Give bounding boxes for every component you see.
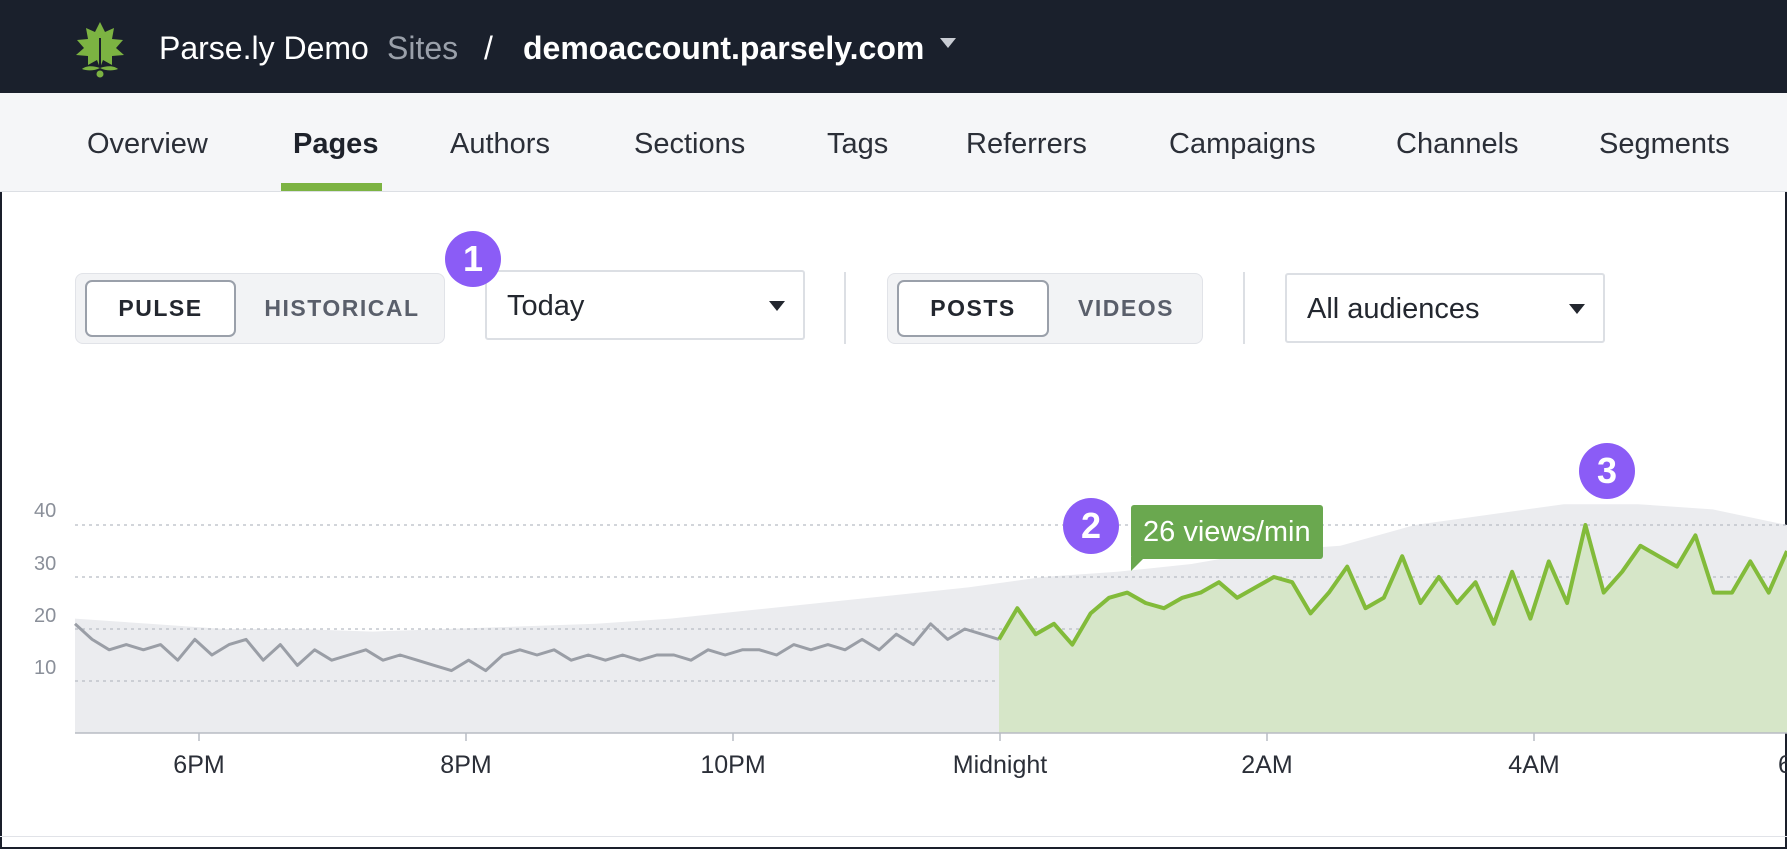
audience-select[interactable]: All audiences — [1285, 273, 1605, 343]
nav-tab-overview[interactable]: Overview — [87, 128, 208, 161]
content-type-toggle: POSTS VIDEOS — [887, 273, 1203, 344]
x-tick-label: 2AM — [1241, 751, 1293, 779]
tooltip-pointer — [1131, 557, 1145, 571]
callout-badge-3: 3 — [1579, 443, 1635, 499]
period-select-value: Today — [507, 290, 585, 322]
mode-toggle: PULSE HISTORICAL — [75, 273, 445, 344]
x-tick-label: Midnight — [952, 751, 1048, 779]
x-tick-label: 8PM — [440, 751, 492, 779]
x-tick-label: 6 — [1778, 751, 1787, 779]
y-tick-label: 30 — [34, 553, 57, 575]
callout-badge-2: 2 — [1063, 498, 1119, 554]
x-tick-label: 10PM — [700, 751, 766, 779]
toolbar-divider — [1243, 272, 1245, 344]
videos-button[interactable]: VIDEOS — [1060, 280, 1192, 337]
bottom-divider — [0, 836, 1787, 837]
pulse-button[interactable]: PULSE — [85, 280, 236, 337]
x-tick-label: 4AM — [1508, 751, 1560, 779]
pageviews-chart — [73, 504, 1787, 741]
main-nav: Overview Pages Authors Sections Tags Ref… — [0, 93, 1787, 192]
nav-tab-sections[interactable]: Sections — [634, 128, 745, 161]
y-tick-label: 10 — [34, 657, 57, 679]
caret-down-icon[interactable] — [940, 38, 956, 48]
nav-tab-campaigns[interactable]: Campaigns — [1169, 128, 1316, 161]
caret-down-icon — [1569, 304, 1585, 314]
x-tick-label: 6PM — [173, 751, 225, 779]
parsley-leaf-icon[interactable] — [72, 18, 128, 78]
org-name[interactable]: Parse.ly Demo — [159, 30, 369, 67]
y-tick-label: 40 — [34, 500, 57, 522]
historical-button[interactable]: HISTORICAL — [248, 280, 436, 337]
nav-tab-authors[interactable]: Authors — [450, 128, 550, 161]
period-select[interactable]: Today — [485, 270, 805, 340]
nav-tab-segments[interactable]: Segments — [1599, 128, 1730, 161]
views-per-minute-tooltip: 26 views/min — [1131, 505, 1323, 559]
posts-button[interactable]: POSTS — [897, 280, 1049, 337]
caret-down-icon — [769, 301, 785, 311]
nav-tab-pages[interactable]: Pages — [293, 128, 378, 161]
nav-tab-tags[interactable]: Tags — [827, 128, 888, 161]
breadcrumb-separator: / — [484, 30, 493, 66]
top-bar: Parse.ly Demo Sites / demoaccount.parsel… — [0, 0, 1787, 93]
nav-tab-referrers[interactable]: Referrers — [966, 128, 1087, 161]
active-tab-indicator — [281, 183, 382, 191]
site-domain-selector[interactable]: demoaccount.parsely.com — [523, 30, 924, 67]
y-tick-label: 20 — [34, 605, 57, 627]
audience-select-value: All audiences — [1307, 293, 1480, 325]
callout-badge-1: 1 — [445, 231, 501, 287]
sites-link[interactable]: Sites — [387, 30, 458, 67]
toolbar-divider — [844, 272, 846, 344]
nav-tab-channels[interactable]: Channels — [1396, 128, 1519, 161]
